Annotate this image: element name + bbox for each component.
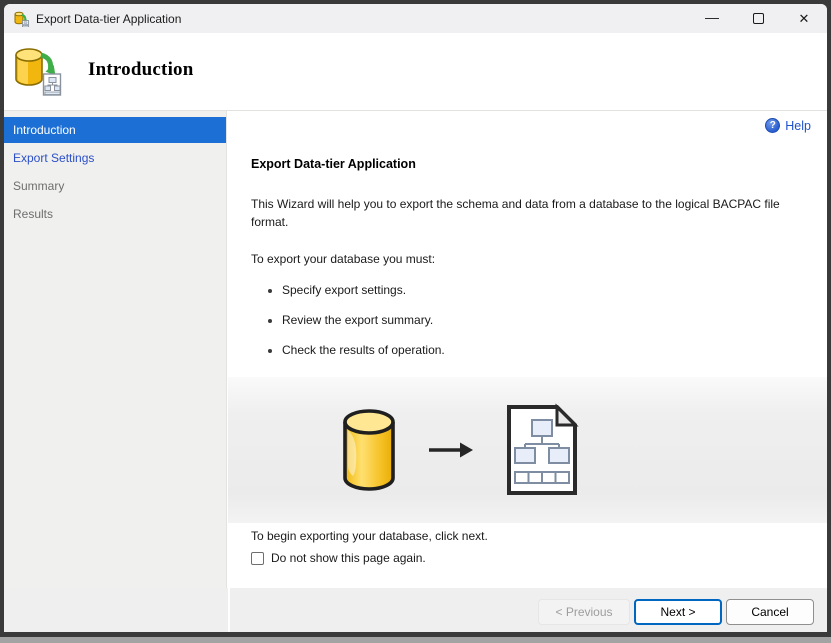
next-button[interactable]: Next >: [634, 599, 722, 625]
content-heading: Export Data-tier Application: [251, 157, 416, 171]
window-bottom-edge: [0, 637, 831, 643]
minimize-button[interactable]: —: [689, 4, 735, 33]
title-bar: Export Data-tier Application — ✕: [4, 4, 827, 33]
database-cylinder-icon: [343, 409, 395, 491]
closing-instruction: To begin exporting your database, click …: [251, 529, 488, 543]
sidebar-item-summary: Summary: [13, 179, 65, 193]
bullet-icon: [268, 289, 272, 293]
wizard-window: Export Data-tier Application — ✕ Introdu…: [4, 4, 827, 632]
footer-divider: [228, 588, 230, 632]
dont-show-again-row: Do not show this page again.: [251, 551, 426, 565]
export-dac-app-icon: [13, 11, 29, 27]
bacpac-file-icon: [507, 403, 579, 495]
close-icon: ✕: [798, 10, 810, 26]
list-item: Specify export settings.: [268, 283, 445, 300]
window-title: Export Data-tier Application: [36, 11, 182, 26]
cancel-button[interactable]: Cancel: [726, 599, 814, 625]
sidebar-item-introduction[interactable]: Introduction: [4, 117, 226, 143]
list-item: Review the export summary.: [268, 313, 445, 330]
help-label: Help: [785, 118, 811, 133]
sidebar-item-results: Results: [13, 207, 54, 221]
help-icon: ?: [765, 118, 781, 133]
footer-bar: < Previous Next > Cancel: [4, 588, 827, 632]
maximize-icon: [752, 13, 764, 24]
list-item-text: Specify export settings.: [282, 283, 407, 297]
list-item-text: Review the export summary.: [282, 313, 434, 327]
database-export-icon: [11, 43, 67, 104]
minimize-icon: —: [705, 8, 719, 25]
list-intro-text: To export your database you must:: [251, 252, 436, 266]
intro-paragraph: This Wizard will help you to export the …: [251, 197, 780, 229]
content-pane: ? Help Export Data-tier Application This…: [228, 111, 827, 588]
sidebar-item-export-settings[interactable]: Export Settings: [4, 145, 226, 171]
list-item-text: Check the results of operation.: [282, 343, 445, 357]
arrow-right-icon: [429, 442, 473, 458]
list-item: Check the results of operation.: [268, 343, 445, 360]
bullet-icon: [268, 319, 272, 323]
dont-show-again-checkbox[interactable]: [251, 551, 264, 565]
close-button[interactable]: ✕: [781, 4, 827, 33]
wizard-steps-sidebar: Introduction Export Settings Summary Res…: [4, 111, 227, 588]
checkbox-label: Do not show this page again.: [271, 551, 426, 565]
maximize-button[interactable]: [735, 4, 781, 33]
page-title: Introduction: [88, 59, 194, 80]
wizard-header: Introduction: [4, 33, 827, 111]
bullet-icon: [268, 349, 272, 353]
export-illustration: [228, 377, 827, 523]
help-link[interactable]: ? Help: [765, 118, 811, 133]
requirements-list: Specify export settings. Review the expo…: [268, 283, 445, 373]
previous-button: < Previous: [538, 599, 630, 625]
